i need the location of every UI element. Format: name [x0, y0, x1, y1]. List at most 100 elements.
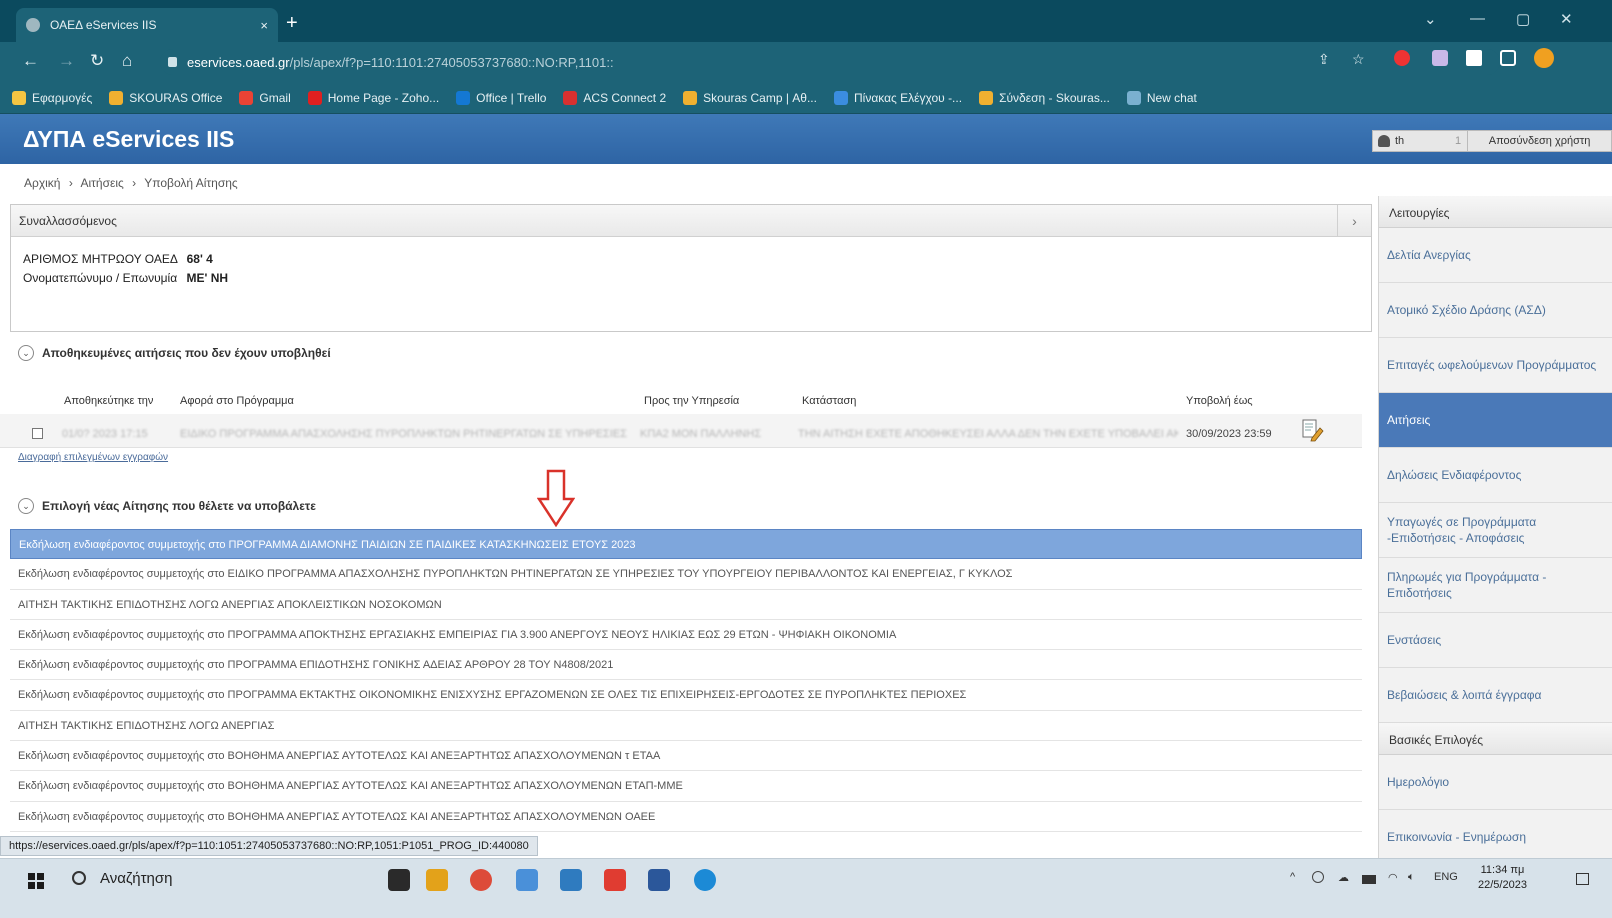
sidebar-function-item[interactable]: Πληρωμές για Προγράμματα - Επιδοτήσεις — [1379, 558, 1612, 613]
anydesk-icon[interactable] — [604, 869, 626, 891]
sidebar-function-item[interactable]: Βεβαιώσεις & λοιπά έγγραφα — [1379, 668, 1612, 723]
bookmark-item[interactable]: Σύνδεση - Skouras... — [979, 90, 1110, 105]
file-explorer-icon[interactable] — [426, 869, 448, 891]
extensions-puzzle-icon[interactable] — [1466, 50, 1482, 66]
cloud-icon[interactable]: ☁ — [1338, 871, 1349, 884]
extension-icon[interactable] — [1432, 50, 1448, 66]
list-item[interactable]: Εκδήλωση ενδιαφέροντος συμμετοχής στο ΒΟ… — [10, 802, 1362, 832]
edit-document-icon[interactable] — [1300, 418, 1324, 442]
bookmark-item[interactable]: New chat — [1126, 90, 1197, 105]
language-indicator[interactable]: ENG — [1434, 871, 1458, 883]
word-icon[interactable] — [648, 869, 670, 891]
full-name-value: ΜΕ' ΝΗ — [186, 271, 229, 285]
new-app-section-label: Επιλογή νέας Αίτησης που θέλετε να υποβά… — [42, 499, 316, 513]
list-item[interactable]: Εκδήλωση ενδιαφέροντος συμμετοχής στο ΠΡ… — [10, 620, 1362, 651]
bookmark-item[interactable]: Home Page - Zoho... — [307, 90, 439, 105]
saved-section-title[interactable]: ⌄ Αποθηκευμένες αιτήσεις που δεν έχουν υ… — [18, 345, 331, 361]
col-status[interactable]: Κατάσταση — [802, 395, 856, 407]
sidebar-function-item[interactable]: Ενστάσεις — [1379, 613, 1612, 668]
breadcrumb: Αρχική › Αιτήσεις › Υποβολή Αίτησης — [24, 176, 243, 190]
bookmark-label: Skouras Camp | Αθ... — [703, 90, 817, 105]
sidebar-basic-item[interactable]: Ημερολόγιο — [1379, 755, 1612, 810]
delete-selected-link[interactable]: Διαγραφή επιλεγμένων εγγραφών — [18, 452, 168, 463]
new-tab-button[interactable]: + — [286, 12, 298, 35]
notifications-icon[interactable] — [1576, 873, 1589, 885]
extension-icon[interactable] — [1394, 50, 1410, 66]
profile-avatar-icon[interactable] — [1534, 48, 1554, 68]
sidebar-function-item[interactable]: Επιταγές ωφελούμενων Προγράμματος — [1379, 338, 1612, 393]
user-name: th — [1395, 135, 1405, 147]
list-item[interactable]: Εκδήλωση ενδιαφέροντος συμμετοχής στο ΠΡ… — [10, 650, 1362, 681]
breadcrumb-separator: › — [68, 176, 73, 190]
taskbar-search[interactable]: Αναζήτηση — [100, 870, 172, 887]
chevron-down-icon[interactable]: ⌄ — [18, 345, 34, 361]
clock[interactable]: 11:34 πμ 22/5/2023 — [1478, 863, 1527, 893]
bookmark-favicon-icon — [833, 90, 848, 105]
bookmark-item[interactable]: Office | Trello — [456, 90, 546, 105]
calculator-icon[interactable] — [560, 869, 582, 891]
maximize-icon[interactable]: ▢ — [1516, 10, 1530, 28]
list-item[interactable]: Εκδήλωση ενδιαφέροντος συμμετοχής στο ΕΙ… — [10, 559, 1362, 590]
col-service[interactable]: Προς την Υπηρεσία — [644, 395, 739, 407]
bookmark-favicon-icon — [456, 90, 471, 105]
list-item[interactable]: ΑΙΤΗΣΗ ΤΑΚΤΙΚΗΣ ΕΠΙΔΟΤΗΣΗΣ ΛΟΓΩ ΑΝΕΡΓΙΑΣ — [10, 711, 1362, 742]
person-panel: Συναλλασσόμενος › ΑΡΙΘΜΟΣ ΜΗΤΡΩΟΥ ΟΑΕΔ 6… — [10, 204, 1372, 332]
bookmark-item[interactable]: Skouras Camp | Αθ... — [683, 90, 817, 105]
share-icon[interactable]: ⇪ — [1318, 51, 1330, 68]
task-view-icon[interactable] — [388, 869, 410, 891]
close-window-icon[interactable]: ✕ — [1560, 10, 1573, 28]
bookmark-item[interactable]: ACS Connect 2 — [563, 90, 666, 105]
wifi-icon[interactable]: ◠ — [1388, 871, 1398, 884]
status-cell: ΤΗΝ ΑΙΤΗΣΗ ΕΧΕΤΕ ΑΠΟΘΗΚΕΥΣΕΙ ΑΛΛΑ ΔΕΝ ΤΗ… — [798, 428, 1178, 440]
bookmark-item[interactable]: SKOURAS Office — [109, 90, 222, 105]
battery-icon[interactable] — [1362, 875, 1376, 884]
sidebar-function-item[interactable]: Υπαγωγές σε Προγράμματα -Επιδοτήσεις - Α… — [1379, 503, 1612, 558]
bookmark-star-icon[interactable]: ☆ — [1352, 51, 1365, 68]
reload-icon[interactable]: ↻ — [90, 51, 104, 71]
app-icon[interactable] — [516, 869, 538, 891]
list-item[interactable]: Εκδήλωση ενδιαφέροντος συμμετοχής στο ΒΟ… — [10, 771, 1362, 802]
back-icon[interactable]: ← — [22, 51, 39, 71]
minimize-icon[interactable]: — — [1470, 10, 1485, 27]
windows-start-icon[interactable] — [28, 873, 44, 889]
home-icon[interactable]: ⌂ — [122, 51, 132, 71]
list-item[interactable]: Εκδήλωση ενδιαφέροντος συμμετοχής στο ΠΡ… — [10, 529, 1362, 560]
list-item[interactable]: ΑΙΤΗΣΗ ΤΑΚΤΙΚΗΣ ΕΠΙΔΟΤΗΣΗΣ ΛΟΓΩ ΑΝΕΡΓΙΑΣ… — [10, 590, 1362, 620]
list-item[interactable]: Εκδήλωση ενδιαφέροντος συμμετοχής στο ΠΡ… — [10, 680, 1362, 711]
list-item[interactable]: Εκδήλωση ενδιαφέροντος συμμετοχής στο ΒΟ… — [10, 741, 1362, 772]
address-bar[interactable]: eservices.oaed.gr/pls/apex/f?p=110:1101:… — [160, 49, 1500, 75]
bookmark-item[interactable]: Gmail — [239, 90, 291, 105]
logout-button[interactable]: Αποσύνδεση χρήστη — [1467, 131, 1611, 151]
side-panel-icon[interactable] — [1500, 50, 1516, 66]
sidebar-basic-item[interactable]: Επικοινωνία - Ενημέρωση — [1379, 810, 1612, 860]
col-program[interactable]: Αφορά στο Πρόγραμμα — [180, 395, 294, 407]
sidebar-function-item[interactable]: Δελτία Ανεργίας — [1379, 228, 1612, 283]
tray-app-icon[interactable] — [1312, 871, 1324, 883]
full-name-label: Ονοματεπώνυμο / Επωνυμία — [23, 271, 178, 285]
row-checkbox[interactable] — [32, 428, 43, 439]
panel-toggle-button[interactable]: › — [1337, 205, 1371, 236]
volume-icon[interactable]: 🔈︎ — [1408, 871, 1415, 884]
breadcrumb-home[interactable]: Αρχική — [24, 176, 60, 190]
chevron-down-icon[interactable]: ⌄ — [18, 498, 34, 514]
sidebar-function-item[interactable]: Αιτήσεις — [1379, 393, 1612, 448]
bookmarks-bar: Εφαρμογές SKOURAS Office Gmail Home Page - … — [0, 82, 1612, 114]
sidebar-function-item[interactable]: Ατομικό Σχέδιο Δράσης (ΑΣΔ) — [1379, 283, 1612, 338]
bookmark-item[interactable]: Εφαρμογές — [12, 90, 92, 105]
sidebar-function-item[interactable]: Δηλώσεις Ενδιαφέροντος — [1379, 448, 1612, 503]
chrome-icon[interactable] — [470, 869, 492, 891]
service-cell: ΚΠΑ2 ΜΟΝ ΠΑΛΛΗΝΗΣ — [640, 428, 762, 440]
breadcrumb-applications[interactable]: Αιτήσεις — [80, 176, 123, 190]
tab-close-icon[interactable]: × — [260, 18, 268, 33]
edge-icon[interactable] — [694, 869, 716, 891]
col-submit-until[interactable]: Υποβολή έως — [1186, 395, 1253, 407]
functions-header: Λειτουργίες — [1379, 196, 1612, 228]
forward-icon[interactable]: → — [58, 51, 75, 71]
bookmark-item[interactable]: Πίνακας Ελέγχου -... — [833, 90, 962, 105]
new-app-section-title[interactable]: ⌄ Επιλογή νέας Αίτησης που θέλετε να υπο… — [18, 498, 316, 514]
search-icon[interactable] — [72, 871, 86, 885]
col-saved-on[interactable]: Αποθηκεύτηκε την — [64, 395, 153, 407]
browser-tab[interactable]: ΟΑΕΔ eServices IIS × — [16, 8, 278, 42]
tab-search-icon[interactable]: ⌄ — [1424, 10, 1437, 28]
tray-chevron-icon[interactable]: ^ — [1290, 871, 1295, 883]
